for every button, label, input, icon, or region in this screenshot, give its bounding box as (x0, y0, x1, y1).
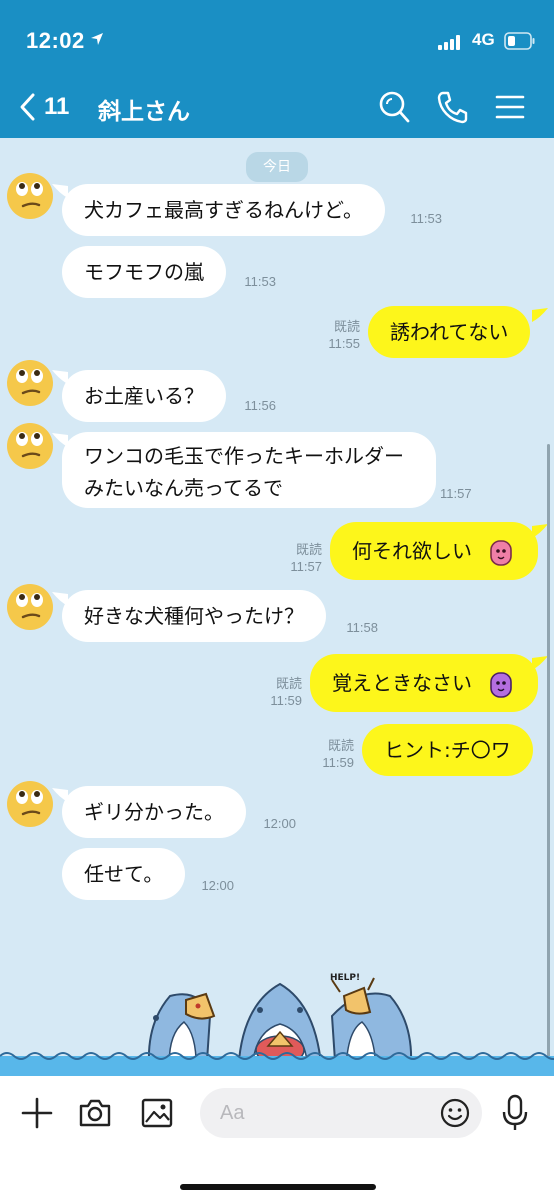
message-time: 11:57 (290, 559, 322, 574)
message-time: 12:00 (201, 878, 234, 893)
message-bubble[interactable]: モフモフの嵐 (62, 246, 226, 298)
message-time: 12:00 (263, 816, 296, 831)
emoji-sticker-icon (490, 671, 513, 698)
message-input[interactable] (220, 1096, 420, 1130)
message-bubble[interactable]: 犬カフェ最高すぎるねんけど。 (62, 184, 385, 236)
water-decoration (0, 1052, 554, 1076)
phone-icon[interactable] (436, 90, 468, 124)
sticker-help-text: HELP! (330, 973, 360, 983)
nav-bar: 11 斜上さん (0, 82, 554, 134)
message-text: 何それ欲しい (352, 539, 472, 563)
home-indicator[interactable] (180, 1184, 376, 1190)
message-bubble[interactable]: ワンコの毛玉で作ったキーホルダーみたいなん売ってるで (62, 432, 436, 508)
message-time: 11:56 (244, 398, 276, 413)
message-bubble[interactable]: お土産いる？ (62, 370, 226, 422)
message-bubble[interactable]: ヒント:チ〇ワ (362, 724, 533, 776)
read-receipt: 既読 (327, 738, 354, 753)
chevron-left-icon (20, 93, 35, 121)
network-type: 4G (472, 30, 495, 49)
emoji-icon[interactable] (440, 1098, 470, 1128)
page-title: 斜上さん (98, 99, 190, 125)
message-time: 11:53 (410, 211, 442, 226)
back-button[interactable]: 11 (18, 90, 78, 124)
status-bar: 12:02 4G (0, 26, 554, 56)
microphone-icon[interactable] (500, 1094, 530, 1132)
avatar[interactable] (6, 359, 54, 407)
location-arrow-icon (91, 33, 103, 45)
message-bubble[interactable]: 何それ欲しい (330, 522, 538, 580)
emoji-sticker-icon (490, 539, 513, 566)
chat-header: 12:02 4G 11 斜上さん (0, 0, 554, 138)
bubble-tail (532, 524, 548, 538)
avatar[interactable] (6, 172, 54, 220)
read-receipt: 既読 (333, 319, 360, 334)
message-bubble[interactable]: ギリ分かった。 (62, 786, 246, 838)
battery-icon (504, 32, 535, 50)
message-bubble[interactable]: 任せて。 (62, 848, 186, 900)
message-bubble[interactable]: 好きな犬種何やったけ？ (62, 590, 326, 642)
image-icon[interactable] (140, 1096, 174, 1130)
message-time: 11:58 (346, 620, 378, 635)
chat-area[interactable]: 今日 犬カフェ最高すぎるねんけど。 11:53 モフモフの嵐 11:53 既読 … (0, 138, 554, 1076)
message-time: 11:59 (322, 755, 354, 770)
avatar[interactable] (6, 780, 54, 828)
message-time: 11:55 (328, 336, 360, 351)
avatar[interactable] (6, 583, 54, 631)
bubble-tail (532, 308, 548, 322)
scrollbar[interactable] (547, 444, 550, 1064)
read-receipt: 既読 (295, 542, 322, 557)
message-text: 覚えときなさい (332, 671, 472, 695)
read-receipt: 既読 (275, 676, 302, 691)
status-time: 12:02 (26, 28, 85, 53)
unread-count: 11 (44, 93, 70, 120)
message-field[interactable] (200, 1088, 482, 1138)
avatar[interactable] (6, 422, 54, 470)
search-icon[interactable] (378, 90, 410, 124)
message-time: 11:53 (244, 274, 276, 289)
message-bubble[interactable]: 誘われてない (368, 306, 531, 358)
message-time: 11:59 (270, 693, 302, 708)
bubble-tail (532, 656, 548, 670)
signal-icon (438, 35, 460, 50)
date-chip: 今日 (246, 152, 308, 182)
message-bubble[interactable]: 覚えときなさい (310, 654, 538, 712)
message-time: 11:57 (440, 486, 472, 501)
plus-icon[interactable] (20, 1096, 54, 1130)
menu-icon[interactable] (494, 90, 526, 124)
message-input-bar (0, 1076, 554, 1200)
camera-icon[interactable] (78, 1096, 112, 1130)
